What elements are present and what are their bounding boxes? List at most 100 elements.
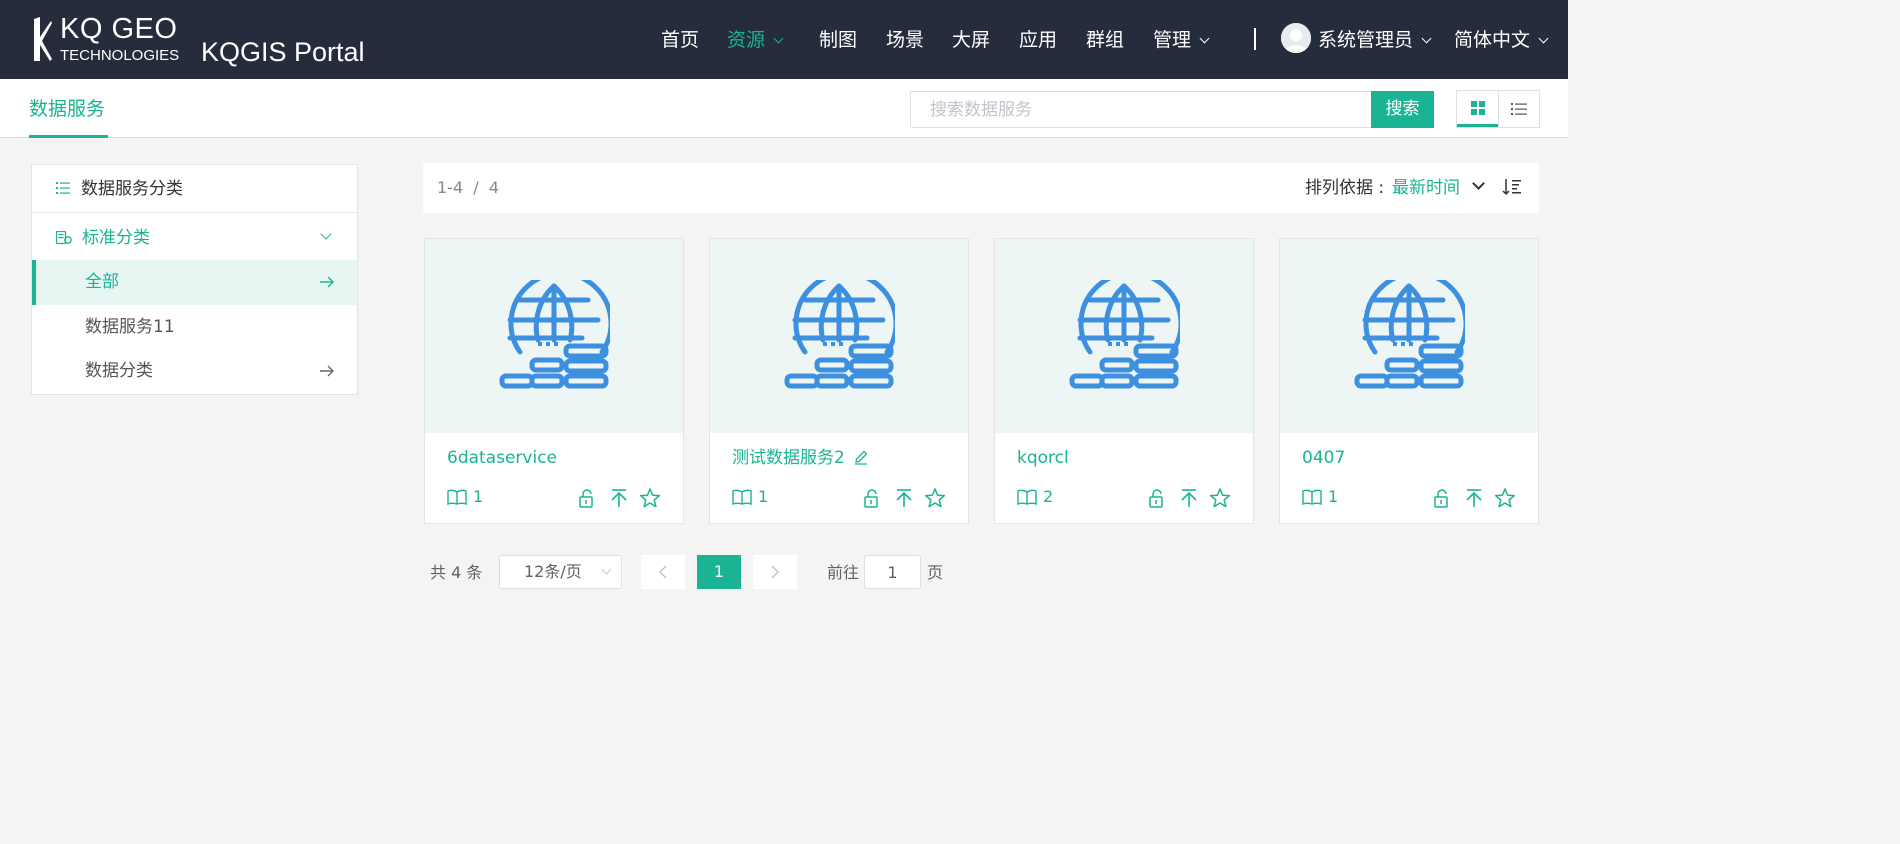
sidebar-item-data-category[interactable]: 数据分类 bbox=[32, 349, 357, 394]
sidebar-item-label: 数据分类 bbox=[85, 361, 153, 381]
publish-button[interactable] bbox=[894, 488, 914, 508]
nav-item-resources[interactable]: 资源 bbox=[727, 27, 784, 53]
list-view-button[interactable] bbox=[1498, 91, 1539, 127]
card-thumbnail[interactable] bbox=[710, 239, 968, 433]
sort-order-icon[interactable] bbox=[1502, 178, 1522, 196]
service-card[interactable]: 6dataservice 1 bbox=[424, 238, 684, 524]
card-thumbnail[interactable] bbox=[1280, 239, 1538, 433]
data-service-globe-icon bbox=[784, 280, 895, 389]
card-thumbnail[interactable] bbox=[995, 239, 1253, 433]
next-page-button[interactable] bbox=[753, 555, 797, 589]
card-title[interactable]: 6dataservice bbox=[447, 446, 557, 470]
goto-page-input[interactable] bbox=[864, 555, 921, 589]
goto-label: 前往 bbox=[827, 563, 860, 582]
top-header: KQ GEO TECHNOLOGIES KQGIS Portal 首页 资源 制… bbox=[0, 0, 1568, 79]
chevron-down-icon bbox=[320, 228, 332, 240]
favorite-button[interactable] bbox=[1209, 488, 1231, 508]
edit-icon[interactable] bbox=[853, 449, 869, 465]
sidebar-group-standard[interactable]: 标准分类 bbox=[32, 214, 357, 260]
page-title[interactable]: 数据服务 bbox=[29, 97, 105, 121]
user-avatar-icon bbox=[1281, 23, 1311, 53]
permission-button[interactable] bbox=[1432, 488, 1452, 508]
publish-icon bbox=[896, 489, 912, 507]
data-service-globe-icon bbox=[1069, 280, 1180, 389]
arrow-right-icon bbox=[320, 276, 334, 288]
book-icon bbox=[1302, 489, 1322, 506]
chevron-right-icon bbox=[771, 565, 780, 579]
permission-button[interactable] bbox=[1147, 488, 1167, 508]
view-count-icon bbox=[447, 489, 467, 509]
company-name: KQ GEO bbox=[60, 13, 178, 45]
permission-button[interactable] bbox=[862, 488, 882, 508]
list-icon bbox=[1511, 103, 1527, 115]
result-range: 1-4 / 4 bbox=[437, 178, 500, 197]
chevron-left-icon bbox=[658, 565, 667, 579]
category-sidebar: 数据服务分类 标准分类 全部 数据服务11 数据分类 bbox=[31, 164, 358, 395]
list-icon bbox=[56, 182, 70, 194]
card-title[interactable]: 0407 bbox=[1302, 446, 1345, 470]
publish-button[interactable] bbox=[1179, 488, 1199, 508]
kq-logo-icon bbox=[34, 17, 52, 61]
nav-item-groups[interactable]: 群组 bbox=[1086, 27, 1124, 53]
chevron-down-icon bbox=[1199, 33, 1210, 44]
arrow-right-icon bbox=[320, 365, 334, 377]
card-title[interactable]: kqorcl bbox=[1017, 446, 1069, 470]
favorite-button[interactable] bbox=[924, 488, 946, 508]
nav-item-bigscreen[interactable]: 大屏 bbox=[952, 27, 990, 53]
unlock-icon bbox=[1434, 489, 1448, 508]
user-menu[interactable]: 系统管理员 bbox=[1318, 27, 1432, 53]
nav-item-mapping[interactable]: 制图 bbox=[819, 27, 857, 53]
view-count-icon bbox=[1017, 489, 1037, 509]
search-input[interactable] bbox=[910, 91, 1372, 128]
page-number-current[interactable]: 1 bbox=[697, 555, 741, 589]
card-title[interactable]: 测试数据服务2 bbox=[732, 446, 869, 470]
data-service-globe-icon bbox=[499, 280, 610, 389]
publish-button[interactable] bbox=[1464, 488, 1484, 508]
view-count-icon bbox=[732, 489, 752, 509]
sidebar-header: 数据服务分类 bbox=[32, 165, 357, 213]
sort-label: 排列依据 : bbox=[1305, 178, 1385, 198]
page-size-select[interactable]: 12条/页 bbox=[499, 555, 622, 589]
nav-item-apps[interactable]: 应用 bbox=[1019, 27, 1057, 53]
view-count-icon bbox=[1302, 489, 1322, 509]
service-card[interactable]: 0407 1 bbox=[1279, 238, 1539, 524]
nav-item-admin[interactable]: 管理 bbox=[1153, 27, 1210, 53]
prev-page-button[interactable] bbox=[641, 555, 685, 589]
search-button[interactable]: 搜索 bbox=[1371, 91, 1434, 128]
company-subname: TECHNOLOGIES bbox=[60, 47, 180, 64]
publish-icon bbox=[1466, 489, 1482, 507]
active-tab-indicator bbox=[29, 135, 108, 138]
star-icon bbox=[1494, 488, 1516, 508]
sidebar-item-all[interactable]: 全部 bbox=[32, 260, 357, 305]
sort-select[interactable]: 最新时间 bbox=[1392, 176, 1460, 200]
card-thumbnail[interactable] bbox=[425, 239, 683, 433]
favorite-button[interactable] bbox=[1494, 488, 1516, 508]
view-count: 1 bbox=[758, 487, 769, 506]
sidebar-item-label: 数据服务11 bbox=[85, 317, 175, 337]
sidebar-group-label: 标准分类 bbox=[82, 228, 150, 248]
book-icon bbox=[1017, 489, 1037, 506]
view-count: 2 bbox=[1043, 487, 1054, 506]
publish-icon bbox=[611, 489, 627, 507]
unlock-icon bbox=[864, 489, 878, 508]
nav-item-home[interactable]: 首页 bbox=[661, 27, 699, 53]
sidebar-item-dataservice11[interactable]: 数据服务11 bbox=[32, 305, 357, 350]
portal-title: KQGIS Portal bbox=[201, 37, 365, 67]
favorite-button[interactable] bbox=[639, 488, 661, 508]
unlock-icon bbox=[1149, 489, 1163, 508]
star-icon bbox=[924, 488, 946, 508]
view-count: 1 bbox=[1328, 487, 1339, 506]
service-card[interactable]: 测试数据服务2 1 bbox=[709, 238, 969, 524]
avatar[interactable] bbox=[1281, 23, 1311, 53]
permission-button[interactable] bbox=[577, 488, 597, 508]
page-size-value: 12条/页 bbox=[524, 562, 582, 581]
chevron-down-icon bbox=[601, 564, 612, 575]
publish-button[interactable] bbox=[609, 488, 629, 508]
category-icon bbox=[56, 231, 72, 245]
unlock-icon bbox=[579, 489, 593, 508]
chevron-down-icon bbox=[773, 33, 784, 44]
grid-view-button[interactable] bbox=[1457, 91, 1498, 127]
nav-item-scene[interactable]: 场景 bbox=[886, 27, 924, 53]
service-card[interactable]: kqorcl 2 bbox=[994, 238, 1254, 524]
language-menu[interactable]: 简体中文 bbox=[1454, 27, 1549, 53]
